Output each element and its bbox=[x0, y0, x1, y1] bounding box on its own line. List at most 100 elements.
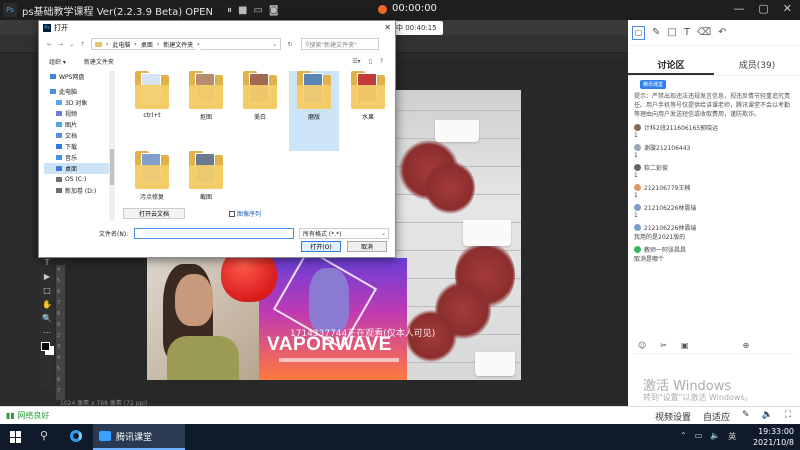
folder-label: 抠图 bbox=[199, 114, 212, 121]
tab-discussion[interactable]: 讨论区 bbox=[628, 56, 714, 75]
address-dropdown-icon[interactable]: ⌄ bbox=[272, 41, 280, 48]
folder-item[interactable]: 污点修复 bbox=[127, 151, 177, 201]
eraser-icon[interactable]: ⌫ bbox=[697, 27, 711, 38]
computer-icon bbox=[50, 89, 56, 94]
folder-item[interactable]: ctrl+t bbox=[127, 71, 177, 119]
nav-item-drive-c[interactable]: OS (C:) bbox=[44, 174, 114, 185]
help-icon[interactable]: ? bbox=[380, 58, 383, 65]
up-icon[interactable]: ↑ bbox=[80, 41, 85, 48]
plus-icon[interactable]: ⊕ bbox=[743, 341, 750, 350]
open-cloud-doc-button[interactable]: 打开云文档 bbox=[123, 208, 185, 219]
ruler-number: 7 bbox=[57, 300, 61, 306]
breadcrumb-item[interactable]: 桌面 bbox=[141, 40, 153, 49]
camera-icon[interactable]: ◙ bbox=[269, 5, 279, 16]
stop-icon[interactable]: ■ bbox=[238, 5, 247, 16]
maximize-icon[interactable]: ▢ bbox=[758, 2, 768, 15]
forward-icon[interactable]: → bbox=[58, 41, 63, 48]
pause-icon[interactable]: ⏸ bbox=[227, 5, 232, 16]
cancel-button[interactable]: 取消 bbox=[347, 241, 387, 252]
nav-item-desktop[interactable]: 桌面 bbox=[44, 163, 114, 174]
pen-icon[interactable]: ✎ bbox=[652, 27, 660, 38]
preview-pane-icon[interactable]: ▯ bbox=[369, 58, 372, 65]
tray-up-icon[interactable]: ⌃ bbox=[680, 431, 687, 442]
folder-search-input[interactable]: ⚲ 搜索"新建文件夹" bbox=[301, 38, 379, 50]
select-icon[interactable]: ▢ bbox=[632, 25, 645, 40]
refresh-icon[interactable]: ↻ bbox=[283, 41, 297, 48]
vertical-ruler: 4 5 6 7 8 9 2 3 4 5 6 7 bbox=[56, 265, 65, 400]
nav-item-wps[interactable]: WPS网盘 bbox=[44, 71, 114, 82]
dialog-close-icon[interactable]: ✕ bbox=[384, 23, 391, 32]
input-language[interactable]: 英 bbox=[728, 431, 736, 442]
back-icon[interactable]: ← bbox=[47, 41, 52, 48]
search-icon[interactable]: ⚲ bbox=[40, 429, 48, 442]
folder-item[interactable]: 美白 bbox=[235, 71, 285, 121]
nav-label: OS (C:) bbox=[65, 176, 87, 183]
message-text: 我用的是2021版的 bbox=[634, 234, 686, 241]
edit-icon[interactable]: ✎ bbox=[742, 410, 750, 423]
scrollbar-thumb[interactable] bbox=[110, 149, 114, 185]
edge-browser-icon[interactable] bbox=[70, 430, 82, 442]
nav-item-downloads[interactable]: 下载 bbox=[44, 141, 114, 152]
nav-label: 视频 bbox=[65, 111, 78, 118]
undo-icon[interactable]: ↶ bbox=[718, 27, 726, 38]
close-icon[interactable]: ✕ bbox=[783, 2, 792, 15]
open-button[interactable]: 打开(O) bbox=[301, 241, 341, 252]
dropdown-icon[interactable]: ⌄ bbox=[69, 41, 74, 48]
breadcrumb-item[interactable]: 新建文件夹 bbox=[163, 40, 193, 49]
folder-item-selected[interactable]: 磨版 bbox=[289, 71, 339, 151]
taskbar-app-label: 腾讯课堂 bbox=[116, 432, 153, 443]
image-sequence-checkbox[interactable]: 图像序列 bbox=[229, 209, 261, 218]
windows-start-icon[interactable] bbox=[10, 431, 22, 443]
clock[interactable]: 19:33:00 2021/10/8 bbox=[752, 426, 794, 448]
nav-item-drive-d[interactable]: 新加卷 (D:) bbox=[44, 185, 114, 196]
rectangle-tool-icon[interactable]: □ bbox=[42, 286, 52, 295]
speaker-icon[interactable]: 🔈 bbox=[710, 431, 720, 442]
clock-time: 19:33:00 bbox=[758, 427, 794, 436]
download-icon bbox=[56, 144, 62, 149]
filetype-select[interactable]: 所有格式 (*.*) ⌄ bbox=[299, 227, 389, 239]
folder-item[interactable]: 抠图 bbox=[181, 71, 231, 121]
shape-icon[interactable]: □ bbox=[667, 27, 676, 38]
zoom-tool-icon[interactable]: 🔍 bbox=[42, 314, 52, 323]
nav-scrollbar[interactable] bbox=[109, 71, 115, 221]
nav-item-3d[interactable]: 3D 对象 bbox=[44, 97, 114, 108]
nav-item-music[interactable]: 音乐 bbox=[44, 152, 114, 163]
taskbar-app-tencent-classroom[interactable]: 腾讯课堂 bbox=[93, 424, 185, 450]
chat-list: 腾讯课堂 提示：严禁出现违法违规发言信息，视违反情节轻重追究责任。用户手机等号仅… bbox=[634, 80, 794, 263]
nav-item-documents[interactable]: 文档 bbox=[44, 130, 114, 141]
nav-item-videos[interactable]: 视频 bbox=[44, 108, 114, 119]
new-folder-button[interactable]: 新建文件夹 bbox=[84, 57, 114, 66]
more-tools-icon[interactable]: ⋯ bbox=[42, 328, 52, 337]
image-icon[interactable]: ▣ bbox=[681, 341, 689, 350]
path-select-icon[interactable]: ▶ bbox=[42, 272, 52, 281]
type-tool-icon[interactable]: T bbox=[42, 258, 52, 267]
fullscreen-icon[interactable]: ⛶ bbox=[785, 410, 791, 423]
folder-item[interactable]: 截图 bbox=[181, 151, 231, 201]
smile-icon[interactable]: ☺ bbox=[638, 341, 646, 350]
address-bar[interactable]: › 此电脑 › 桌面 › 新建文件夹 › ⌄ bbox=[91, 38, 281, 50]
scissors-icon[interactable]: ✂ bbox=[660, 341, 667, 350]
organize-button[interactable]: 组织 ▾ bbox=[49, 57, 66, 66]
nav-item-this-pc[interactable]: 此电脑 bbox=[44, 86, 114, 97]
text-icon[interactable]: T bbox=[684, 27, 690, 38]
nav-item-pictures[interactable]: 图片 bbox=[44, 119, 114, 130]
minimize-icon[interactable]: — bbox=[733, 2, 744, 15]
windows-taskbar: ⚲ 腾讯课堂 ⌃ ▭ 🔈 英 19:33:00 2021/10/8 bbox=[0, 424, 800, 450]
hand-tool-icon[interactable]: ✋ bbox=[42, 300, 52, 309]
screen-icon[interactable]: ▭ bbox=[253, 5, 262, 16]
video-settings-button[interactable]: 视频设置 bbox=[655, 410, 691, 423]
sender-name: 教师一阿张昌昌 bbox=[644, 247, 687, 254]
breadcrumb-item[interactable]: 此电脑 bbox=[112, 40, 130, 49]
adaptive-button[interactable]: 自适应 bbox=[703, 410, 730, 423]
checkbox-box[interactable] bbox=[229, 210, 235, 217]
filename-input[interactable] bbox=[134, 227, 294, 239]
tab-members[interactable]: 成员(39) bbox=[714, 56, 800, 75]
avatar bbox=[634, 164, 641, 171]
folder-item[interactable]: 水果 bbox=[343, 71, 393, 121]
view-options-icon[interactable]: ☰▾ bbox=[352, 58, 360, 65]
volume-icon[interactable]: 🔈 bbox=[762, 410, 773, 423]
foreground-color-swatch[interactable] bbox=[41, 342, 50, 351]
network-icon[interactable]: ▭ bbox=[695, 431, 703, 442]
ruler-number: 3 bbox=[57, 344, 61, 350]
sender-name: 212106779王楠 bbox=[644, 185, 691, 192]
